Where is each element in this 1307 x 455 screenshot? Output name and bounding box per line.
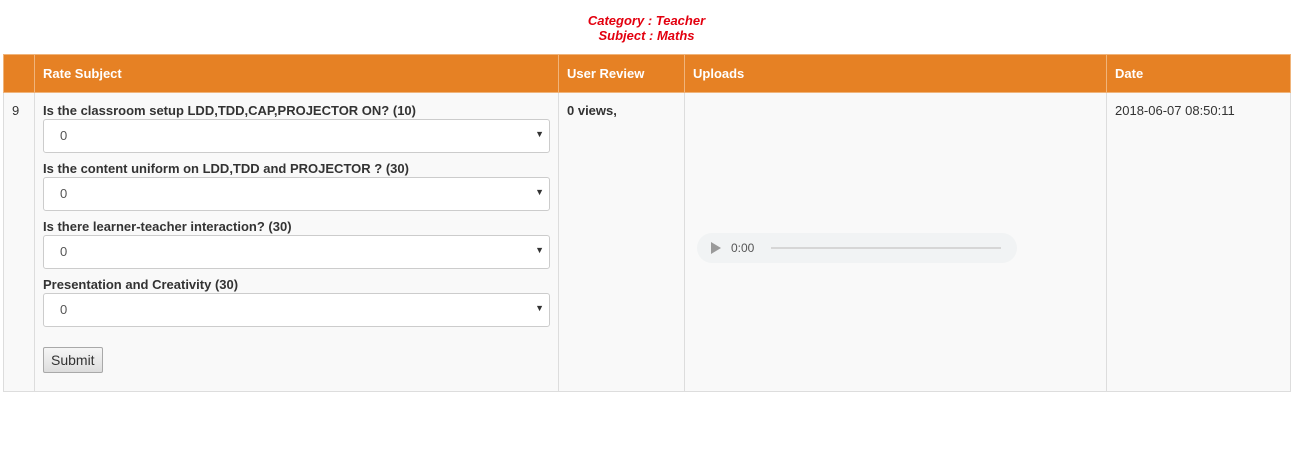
category-title: Category : Teacher xyxy=(587,13,706,28)
rating-select-value-2: 0 xyxy=(43,177,550,211)
col-header-uploads: Uploads xyxy=(684,54,1107,93)
table-header-row: Rate Subject User Review Uploads Date xyxy=(3,54,1291,93)
col-header-user-review: User Review xyxy=(558,54,685,93)
rating-select-3[interactable]: 0 ▼ xyxy=(43,235,550,269)
submit-button[interactable]: Submit xyxy=(43,347,103,373)
row-number: 9 xyxy=(3,92,35,392)
rating-select-value-3: 0 xyxy=(43,235,550,269)
chevron-down-icon: ▼ xyxy=(535,129,544,139)
uploads-cell: 0:00 xyxy=(684,92,1107,392)
rating-select-2[interactable]: 0 ▼ xyxy=(43,177,550,211)
col-header-rate-subject: Rate Subject xyxy=(34,54,559,93)
rating-select-1[interactable]: 0 ▼ xyxy=(43,119,550,153)
review-count: 0 views, xyxy=(567,103,617,118)
question-label-3: Is there learner-teacher interaction? (3… xyxy=(43,219,292,234)
audio-player[interactable]: 0:00 xyxy=(697,233,1017,263)
chevron-down-icon: ▼ xyxy=(535,303,544,313)
date-cell: 2018-06-07 08:50:11 xyxy=(1106,92,1291,392)
rate-subject-cell: Is the classroom setup LDD,TDD,CAP,PROJE… xyxy=(34,92,559,392)
rating-table: Rate Subject User Review Uploads Date 9 … xyxy=(3,54,1291,392)
chevron-down-icon: ▼ xyxy=(535,245,544,255)
rating-select-value-1: 0 xyxy=(43,119,550,153)
rating-select-4[interactable]: 0 ▼ xyxy=(43,293,550,327)
audio-time: 0:00 xyxy=(731,241,755,255)
audio-seek-bar[interactable] xyxy=(771,247,1001,249)
table-row: 9 Is the classroom setup LDD,TDD,CAP,PRO… xyxy=(3,92,1291,392)
subject-title: Subject : Maths xyxy=(598,28,695,43)
rating-select-value-4: 0 xyxy=(43,293,550,327)
chevron-down-icon: ▼ xyxy=(535,187,544,197)
col-header-date: Date xyxy=(1106,54,1291,93)
col-header-number xyxy=(3,54,35,93)
page-heading: Category : Teacher Subject : Maths xyxy=(0,13,1293,43)
user-review-cell: 0 views, xyxy=(558,92,685,392)
question-label-4: Presentation and Creativity (30) xyxy=(43,277,239,292)
play-icon[interactable] xyxy=(711,242,721,254)
question-label-1: Is the classroom setup LDD,TDD,CAP,PROJE… xyxy=(43,103,416,118)
question-label-2: Is the content uniform on LDD,TDD and PR… xyxy=(43,161,409,176)
